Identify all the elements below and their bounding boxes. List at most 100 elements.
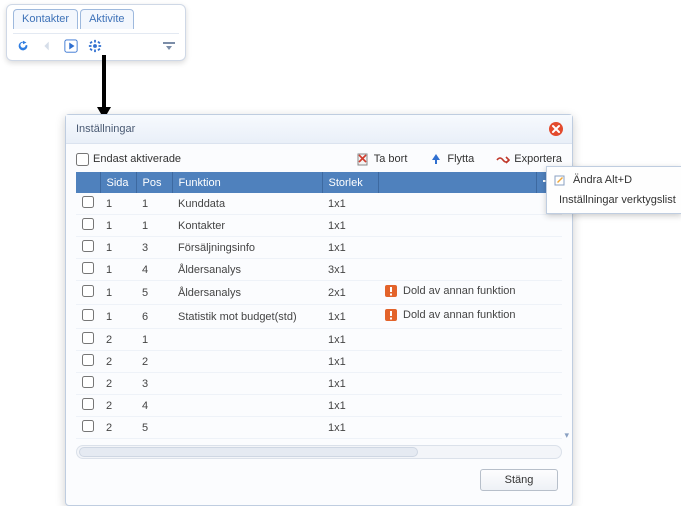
cell-storlek: 3x1 [322, 259, 378, 281]
dialog-title: Inställningar [76, 123, 135, 135]
cell-sida: 2 [100, 351, 136, 373]
col-storlek[interactable]: Storlek [322, 172, 378, 193]
col-note[interactable] [378, 172, 537, 193]
cell-note [378, 193, 537, 215]
cell-funktion: Åldersanalys [172, 259, 322, 281]
gear-icon[interactable] [87, 38, 103, 54]
table-row[interactable]: 11Kunddata1x1 [76, 193, 562, 215]
dialog-titlebar: Inställningar [66, 115, 572, 144]
table-row[interactable]: 241x1 [76, 395, 562, 417]
close-icon[interactable] [548, 121, 564, 137]
cell-note [378, 329, 537, 351]
row-checkbox[interactable] [76, 193, 100, 215]
menu-item-toolbar-settings[interactable]: Inställningar verktygslist [547, 190, 681, 210]
cell-storlek: 1x1 [322, 417, 378, 439]
table-row[interactable]: 23 1x1 [76, 373, 562, 395]
table-row[interactable]: 14Åldersanalys3x1 [76, 259, 562, 281]
cell-funktion [172, 329, 322, 351]
callout-arrow-icon [97, 55, 111, 119]
table-row[interactable]: 15Åldersanalys2x1Dold av annan funktion [76, 281, 562, 305]
delete-label: Ta bort [374, 153, 408, 165]
cell-funktion: Försäljningsinfo [172, 237, 322, 259]
cell-pos: 3 [136, 373, 172, 395]
refresh-icon[interactable] [15, 38, 31, 54]
move-button[interactable]: Flytta [429, 152, 474, 166]
row-checkbox[interactable] [76, 373, 100, 395]
row-checkbox[interactable] [76, 259, 100, 281]
col-sida[interactable]: Sida [100, 172, 136, 193]
delete-button[interactable]: Ta bort [356, 152, 408, 166]
col-funktion[interactable]: Funktion [172, 172, 322, 193]
col-pos[interactable]: Pos [136, 172, 172, 193]
prev-icon [39, 38, 55, 54]
row-checkbox[interactable] [76, 237, 100, 259]
cell-sida: 1 [100, 305, 136, 329]
export-label: Exportera [514, 153, 562, 165]
only-active-checkbox[interactable]: Endast aktiverade [76, 153, 181, 166]
cell-storlek: 1x1 [322, 215, 378, 237]
cell-pos: 5 [136, 281, 172, 305]
row-checkbox[interactable] [76, 329, 100, 351]
table-row[interactable]: 13Försäljningsinfo1x1 [76, 237, 562, 259]
cell-pos: 5 [136, 417, 172, 439]
table-row[interactable]: 11Kontakter1x1 [76, 215, 562, 237]
close-button[interactable]: Stäng [480, 469, 558, 491]
warning-icon [384, 308, 398, 322]
cell-storlek: 1x1 [322, 373, 378, 395]
cell-funktion [172, 417, 322, 439]
cell-storlek: 1x1 [322, 329, 378, 351]
context-menu: Ändra Alt+D Inställningar verktygslist [546, 166, 681, 214]
settings-table: Sida Pos Funktion Storlek 11Kunddata1x11… [76, 172, 562, 439]
move-label: Flytta [447, 153, 474, 165]
tab-row: Kontakter Aktivite [13, 9, 179, 29]
cell-note: Dold av annan funktion [378, 305, 537, 329]
export-button[interactable]: Exportera [496, 152, 562, 166]
cell-pos: 1 [136, 193, 172, 215]
menu-item-edit[interactable]: Ändra Alt+D [547, 170, 681, 190]
cell-sida: 2 [100, 417, 136, 439]
edit-icon [553, 173, 567, 187]
cell-pos: 4 [136, 259, 172, 281]
cell-note: Dold av annan funktion [378, 281, 537, 305]
cell-storlek: 2x1 [322, 281, 378, 305]
cell-sida: 1 [100, 259, 136, 281]
row-checkbox[interactable] [76, 281, 100, 305]
row-checkbox[interactable] [76, 305, 100, 329]
cell-funktion: Statistik mot budget(std) [172, 305, 322, 329]
dialog-footer: Stäng [66, 459, 572, 505]
tab-kontakter[interactable]: Kontakter [13, 9, 78, 29]
row-checkbox[interactable] [76, 417, 100, 439]
cell-pos: 4 [136, 395, 172, 417]
cell-note [378, 351, 537, 373]
tab-aktiviteter[interactable]: Aktivite [80, 9, 133, 29]
table-row[interactable]: 25 1x1 [76, 417, 562, 439]
cell-sida: 1 [100, 215, 136, 237]
cell-pos: 1 [136, 329, 172, 351]
cell-pos: 2 [136, 351, 172, 373]
cell-storlek: 1x1 [322, 395, 378, 417]
cell-pos: 3 [136, 237, 172, 259]
cell-note [378, 417, 537, 439]
tab-toolbar [13, 33, 179, 58]
row-checkbox[interactable] [76, 351, 100, 373]
row-checkbox[interactable] [76, 215, 100, 237]
horizontal-scrollbar[interactable] [76, 445, 562, 459]
cell-note [378, 259, 537, 281]
cell-storlek: 1x1 [322, 237, 378, 259]
cell-sida: 1 [100, 281, 136, 305]
settings-dialog: Inställningar Endast aktiverade Ta bort … [65, 114, 573, 506]
menu-item-toolbar-settings-label: Inställningar verktygslist [559, 194, 676, 206]
cell-note [378, 215, 537, 237]
table-row[interactable]: 221x1 [76, 351, 562, 373]
cell-sida: 2 [100, 373, 136, 395]
table-row[interactable]: 16Statistik mot budget(std)1x1Dold av an… [76, 305, 562, 329]
cell-funktion: Åldersanalys [172, 281, 322, 305]
table-row[interactable]: 211x1 [76, 329, 562, 351]
cell-storlek: 1x1 [322, 193, 378, 215]
col-check[interactable] [76, 172, 100, 193]
cell-sida: 1 [100, 237, 136, 259]
cell-sida: 1 [100, 193, 136, 215]
toolbar-overflow-icon[interactable] [161, 38, 177, 54]
row-checkbox[interactable] [76, 395, 100, 417]
play-icon[interactable] [63, 38, 79, 54]
